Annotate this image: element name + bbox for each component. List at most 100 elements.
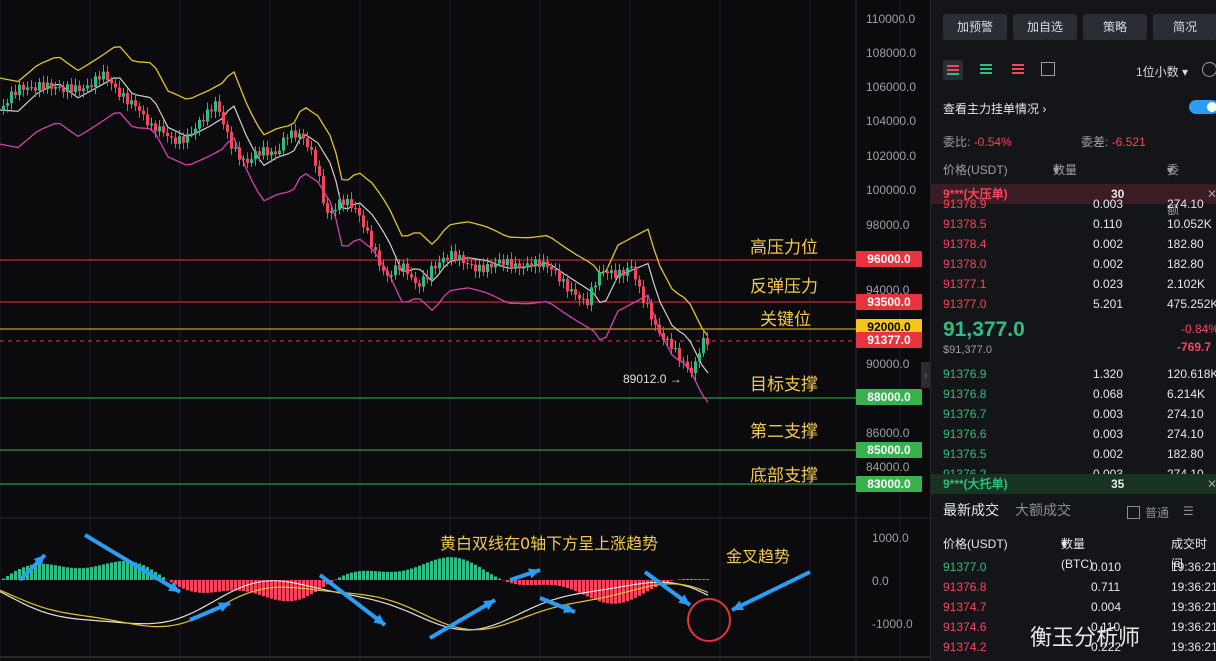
- candle-body: [698, 353, 701, 362]
- order-book-panel: 加预警 加自选 策略 简况 1位小数 ▾ 查看主力挂单情况 › 委比: -0.5…: [930, 0, 1216, 661]
- candle-body: [42, 82, 45, 90]
- bid-row[interactable]: 91376.9 1.320 120.618K: [931, 364, 1216, 384]
- close-icon[interactable]: ✕: [1207, 474, 1216, 494]
- macd-bar: [586, 580, 589, 597]
- candle-body: [534, 259, 537, 267]
- candle-body: [398, 265, 401, 271]
- chevron-down-icon: ▾: [1182, 65, 1189, 79]
- main-orders-toggle[interactable]: [1189, 100, 1216, 114]
- macd-bar: [390, 571, 393, 580]
- bid-qty: 1.320: [1093, 367, 1124, 381]
- ask-row[interactable]: 91377.0 5.201 475.252K: [931, 294, 1216, 314]
- bid-row[interactable]: 91376.6 0.003 274.10: [931, 424, 1216, 444]
- book-asks-icon[interactable]: [1011, 62, 1025, 76]
- candle-body: [378, 250, 381, 267]
- candle-body: [438, 262, 441, 269]
- price-tick-label: 104000.0: [866, 114, 917, 128]
- tab-large-trades[interactable]: 大额成交: [1015, 500, 1071, 520]
- candle-body: [558, 270, 561, 282]
- candle-body: [350, 198, 353, 208]
- macd-bar: [398, 571, 401, 580]
- strategy-button[interactable]: 策略: [1083, 14, 1147, 40]
- macd-bar: [618, 580, 621, 604]
- candlestick-chart[interactable]: 高压力位 反弹压力 关键位 目标支撑 第二支撑 底部支撑 黄白双线在0轴下方呈上…: [0, 0, 930, 661]
- add-favorite-button[interactable]: 加自选: [1013, 14, 1077, 40]
- normal-checkbox[interactable]: [1127, 506, 1140, 519]
- macd-bar: [442, 557, 445, 580]
- macd-bar: [606, 580, 609, 604]
- ask-row[interactable]: 91378.5 0.110 10.052K: [931, 214, 1216, 234]
- ask-row[interactable]: 91377.1 0.023 2.102K: [931, 274, 1216, 294]
- candle-body: [706, 338, 709, 345]
- col-qty[interactable]: 数量 (BTC) ▾: [1053, 160, 1085, 197]
- candle-body: [94, 76, 97, 88]
- price-tick-label: 100000.0: [866, 183, 917, 197]
- macd-bar: [542, 580, 545, 585]
- macd-bar: [278, 580, 281, 601]
- candle-body: [574, 289, 577, 295]
- book-depth-icon[interactable]: [1041, 62, 1055, 76]
- macd-bar: [698, 579, 701, 580]
- overview-button[interactable]: 简况: [1153, 14, 1216, 40]
- bid-row[interactable]: 91376.8 0.068 6.214K: [931, 384, 1216, 404]
- ask-total: 475.252K: [1167, 297, 1216, 311]
- candle-body: [542, 261, 545, 268]
- candle-body: [346, 198, 349, 205]
- macd-bar: [230, 580, 233, 591]
- weicha-value: -6.521: [1111, 135, 1146, 149]
- candle-body: [550, 266, 553, 270]
- macd-bar: [558, 580, 561, 586]
- orderbook-header: 价格(USDT) 数量 (BTC) ▾ 委托额 ▾: [931, 160, 1216, 217]
- candle-body: [282, 137, 285, 151]
- candle-body: [326, 202, 329, 213]
- candle-body: [462, 255, 465, 263]
- ask-total: 274.10: [1167, 197, 1204, 211]
- ask-row[interactable]: 91378.4 0.002 182.80: [931, 234, 1216, 254]
- filter-icon[interactable]: ☰: [1183, 504, 1194, 518]
- candle-body: [158, 126, 161, 132]
- candle-body: [66, 84, 69, 92]
- macd-bar: [250, 580, 253, 593]
- chart-canvas[interactable]: [0, 0, 930, 661]
- candle-body: [366, 227, 369, 231]
- trade-col-qty[interactable]: 数量(BTC) ▾: [1061, 534, 1093, 571]
- macd-bar: [370, 570, 373, 580]
- candle-body: [30, 87, 33, 89]
- macd-bar: [506, 580, 509, 582]
- candle-body: [234, 147, 237, 149]
- main-orders-link[interactable]: 查看主力挂单情况 ›: [943, 100, 1046, 117]
- bid-row[interactable]: 91376.7 0.003 274.10: [931, 404, 1216, 424]
- candle-body: [130, 100, 133, 105]
- bid-price: 91376.5: [943, 447, 987, 461]
- precision-select[interactable]: 1位小数 ▾: [1136, 63, 1188, 80]
- ask-total: 2.102K: [1167, 277, 1206, 291]
- candle-body: [598, 272, 601, 286]
- candle-body: [322, 175, 325, 203]
- candle-body: [90, 85, 93, 88]
- ask-row[interactable]: 91378.9 0.003 274.10: [931, 194, 1216, 214]
- bid-row[interactable]: 91376.5 0.002 182.80: [931, 444, 1216, 464]
- collapse-panel-handle[interactable]: ›: [921, 362, 930, 388]
- tab-latest-trades[interactable]: 最新成交: [943, 500, 999, 520]
- book-both-icon[interactable]: [943, 60, 963, 80]
- add-alert-button[interactable]: 加预警: [943, 14, 1007, 40]
- ask-row[interactable]: 91378.0 0.002 182.80: [931, 254, 1216, 274]
- trade-price: 91374.7: [943, 600, 987, 614]
- candle-body: [38, 82, 41, 91]
- settings-icon[interactable]: [1202, 62, 1216, 77]
- book-bids-icon[interactable]: [979, 62, 993, 76]
- candle-body: [186, 133, 189, 143]
- macd-bar: [118, 561, 121, 580]
- candle-body: [442, 257, 445, 263]
- macd-bar: [274, 580, 277, 600]
- macd-bar: [650, 580, 653, 590]
- candle-body: [418, 283, 421, 287]
- macd-bar: [382, 571, 385, 580]
- col-total[interactable]: 委托额 ▾: [1167, 160, 1179, 217]
- candle-body: [702, 338, 705, 354]
- trade-time: 19:36:21: [1171, 640, 1216, 654]
- candle-body: [22, 84, 25, 90]
- macd-bar: [94, 566, 97, 580]
- candle-body: [146, 114, 149, 126]
- candle-body: [238, 147, 241, 160]
